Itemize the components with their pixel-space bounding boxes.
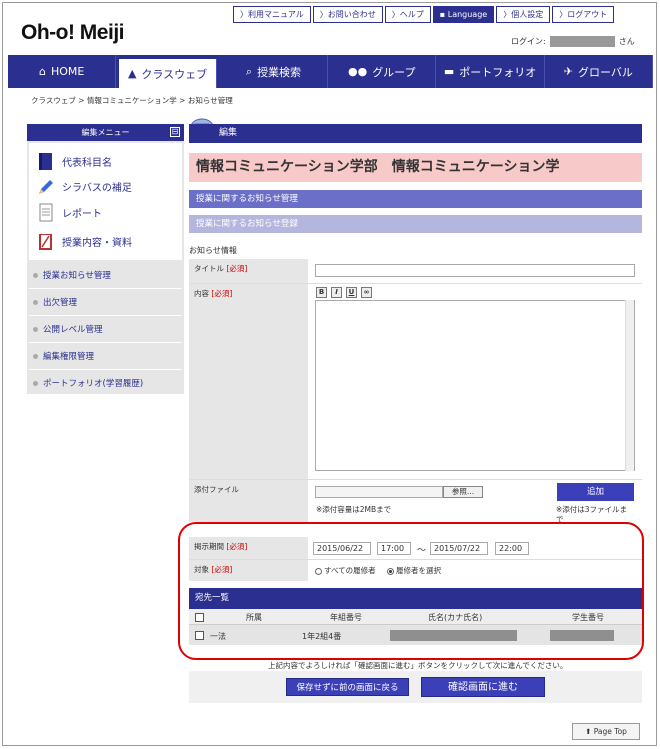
notebook-icon <box>39 234 52 250</box>
sidebar-item-label: 授業内容・資料 <box>62 238 132 249</box>
nav-classweb-label: クラスウェブ <box>141 67 208 81</box>
content-label: 内容 [必須] <box>189 284 308 479</box>
section-title: お知らせ情報 <box>189 246 237 255</box>
divider <box>29 369 182 370</box>
file-path-input[interactable] <box>315 486 443 498</box>
button-bar <box>189 671 642 703</box>
sidebar-item-label: シラバスの補足 <box>62 183 132 194</box>
attach-limit-note: ※添付は3ファイルま <box>556 505 628 514</box>
breadcrumb-classweb[interactable]: クラスウェブ <box>31 96 76 105</box>
user-name-redacted <box>549 36 615 47</box>
sidebar-item-syllabus[interactable]: シラバスの補足 <box>37 177 132 196</box>
nav-search[interactable]: ⌕ 授業検索 <box>220 55 329 88</box>
italic-button[interactable]: I <box>331 287 342 298</box>
nav-global-label: グローバル <box>577 65 633 79</box>
nav-group-label: グループ <box>372 65 416 79</box>
nav-classweb[interactable]: ▲ クラスウェブ <box>119 59 217 88</box>
nav-home[interactable]: ⌂ HOME <box>8 55 117 88</box>
breadcrumb-current: お知らせ管理 <box>187 96 233 105</box>
sidebar-item-course-name[interactable]: 代表科目名 <box>37 152 112 171</box>
underline-button[interactable]: U <box>346 287 357 298</box>
nav-global[interactable]: ✈ グローバル <box>545 55 653 88</box>
help-link[interactable]: 〉ヘルプ <box>384 6 431 23</box>
nav-home-label: HOME <box>50 65 85 78</box>
edit-header: 編集 <box>189 124 642 143</box>
login-label: ログイン: <box>511 37 546 46</box>
main-nav: ⌂ HOME ▲ クラスウェブ ⌕ 授業検索 ●● グループ ▬ ポートフォリオ ✈ グロー… <box>8 55 653 88</box>
language-link[interactable]: ▪ Language <box>432 6 495 23</box>
breadcrumb-sep: > <box>75 96 87 105</box>
sidebar-title: 編集メニュー <box>81 128 130 137</box>
folder-icon: ▬ <box>443 65 455 78</box>
confirm-instruction: 上記内容でよろしければ「確認画面に進む」ボタンをクリックして次に進んでください。 <box>268 661 568 670</box>
notice-register-bar: 授業に関するお知らせ登録 <box>189 215 642 233</box>
search-icon: ⌕ <box>245 64 253 78</box>
breadcrumb-course[interactable]: 情報コミュニケーション学 <box>87 96 177 105</box>
add-button[interactable]: 追加 <box>557 483 634 501</box>
attach-size-note: ※添付容量は2MBまで <box>316 505 392 514</box>
page-top-button[interactable]: ⬆ Page Top <box>572 723 640 740</box>
required-mark: [必須] <box>226 264 248 273</box>
nav-group[interactable]: ●● グループ <box>328 55 437 88</box>
link-button[interactable]: ∞ <box>361 287 372 298</box>
sidebar-item-report[interactable]: レポート <box>37 203 102 222</box>
people-icon: ●● <box>347 65 368 78</box>
sidebar-link-visibility[interactable]: 公開レベル管理 <box>33 323 103 335</box>
title-input[interactable] <box>315 264 635 277</box>
settings-link[interactable]: 〉個人設定 <box>496 6 551 23</box>
graduation-cap-icon: ▲ <box>127 67 137 80</box>
sidebar-item-label: 代表科目名 <box>62 158 112 169</box>
site-logo[interactable]: Oh-o! Meiji <box>21 21 125 45</box>
book-icon <box>39 153 52 170</box>
sidebar-link-permissions[interactable]: 編集権限管理 <box>33 350 94 362</box>
content-label-text: 内容 <box>194 289 209 298</box>
top-links: 〉利用マニュアル 〉お問い合わせ 〉ヘルプ ▪ Language 〉個人設定 〉… <box>233 6 615 23</box>
browse-button[interactable]: 参照... <box>443 486 483 498</box>
breadcrumb-sep: > <box>176 96 188 105</box>
pencil-icon <box>39 180 53 194</box>
page-top-label: Page Top <box>593 727 627 736</box>
login-info: ログイン: さん <box>511 36 635 47</box>
divider <box>29 315 182 316</box>
nav-portfolio-label: ポートフォリオ <box>459 65 537 79</box>
content-scrollbar[interactable] <box>625 300 634 471</box>
logout-link[interactable]: 〉ログアウト <box>552 6 615 23</box>
sidebar-header: 編集メニュー ⊟ <box>27 124 184 141</box>
nav-search-label: 授業検索 <box>257 65 302 79</box>
nav-portfolio[interactable]: ▬ ポートフォリオ <box>436 55 545 88</box>
plane-icon: ✈ <box>563 65 573 78</box>
login-suffix: さん <box>618 37 635 46</box>
title-label: タイトル [必須] <box>189 259 308 283</box>
content-textarea[interactable] <box>315 300 635 471</box>
divider <box>29 342 182 343</box>
course-title: 情報コミュニケーション学部 情報コミュニケーション学 <box>189 153 642 182</box>
attach-label: 添付ファイル <box>189 480 308 522</box>
confirm-button[interactable]: 確認画面に進む <box>421 677 545 697</box>
sidebar-item-label: レポート <box>62 209 102 220</box>
breadcrumb: クラスウェブ > 情報コミュニケーション学 > お知らせ管理 <box>31 95 233 106</box>
collapse-icon[interactable]: ⊟ <box>170 127 180 137</box>
sidebar-link-attendance[interactable]: 出欠管理 <box>33 296 77 308</box>
bold-button[interactable]: B <box>316 287 327 298</box>
sidebar-link-notice[interactable]: 授業お知らせ管理 <box>33 269 111 281</box>
required-mark: [必須] <box>211 289 233 298</box>
highlight-annotation <box>178 522 644 660</box>
document-icon <box>39 203 53 222</box>
divider <box>29 288 182 289</box>
back-without-saving-button[interactable]: 保存せずに前の画面に戻る <box>286 678 409 696</box>
home-icon: ⌂ <box>38 65 46 78</box>
title-label-text: タイトル <box>194 264 224 273</box>
manual-link[interactable]: 〉利用マニュアル <box>233 6 311 23</box>
sidebar-link-portfolio[interactable]: ポートフォリオ(学習履歴) <box>33 377 143 389</box>
notice-manage-bar: 授業に関するお知らせ管理 <box>189 190 642 208</box>
arrow-up-icon: ⬆ <box>585 727 594 736</box>
sidebar-item-materials[interactable]: 授業内容・資料 <box>37 232 132 251</box>
contact-link[interactable]: 〉お問い合わせ <box>312 6 383 23</box>
page-frame: Oh-o! Meiji 〉利用マニュアル 〉お問い合わせ 〉ヘルプ ▪ Lang… <box>2 2 657 746</box>
